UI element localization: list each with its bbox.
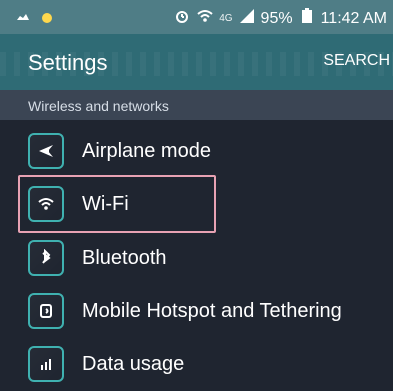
battery-percent: 95%: [260, 9, 293, 27]
settings-item-hotspot[interactable]: Mobile Hotspot and Tethering: [0, 286, 393, 338]
data-usage-icon: [28, 346, 64, 382]
search-button[interactable]: SEARCH: [323, 52, 390, 70]
signal-label: 4G: [219, 13, 233, 24]
wifi-icon: [28, 186, 64, 222]
status-left-icons: [14, 9, 56, 32]
settings-item-label: Airplane mode: [82, 140, 211, 162]
message-icon: [14, 9, 32, 32]
settings-item-label: Data usage: [82, 353, 185, 375]
status-right-icons: 4G 95% 11:42 AM: [173, 7, 387, 30]
signal-icon: [238, 7, 256, 30]
wifi-icon: [196, 7, 214, 30]
status-time: 11:42 AM: [320, 9, 387, 27]
settings-item-label: Mobile Hotspot and Tethering: [82, 300, 342, 322]
settings-item-bluetooth[interactable]: Bluetooth: [0, 233, 393, 285]
section-header: Wireless and networks: [0, 90, 393, 120]
settings-item-data-usage[interactable]: Data usage: [0, 339, 393, 391]
battery-icon: [298, 7, 316, 30]
settings-list: Airplane mode Wi-Fi Bluetooth Mobile Hot…: [0, 120, 393, 387]
bluetooth-icon: [28, 240, 64, 276]
settings-item-wifi[interactable]: Wi-Fi: [0, 179, 393, 231]
settings-item-label: Bluetooth: [82, 247, 167, 269]
settings-item-label: Wi-Fi: [82, 193, 129, 215]
android-icon: [38, 9, 56, 32]
settings-item-airplane[interactable]: Airplane mode: [0, 126, 393, 178]
status-bar: 4G 95% 11:42 AM: [0, 0, 393, 34]
alarm-icon: [173, 7, 191, 30]
app-bar: Settings SEARCH: [0, 34, 393, 90]
airplane-icon: [28, 133, 64, 169]
hotspot-icon: [28, 293, 64, 329]
section-title: Wireless and networks: [28, 98, 169, 114]
page-title: Settings: [28, 50, 108, 75]
